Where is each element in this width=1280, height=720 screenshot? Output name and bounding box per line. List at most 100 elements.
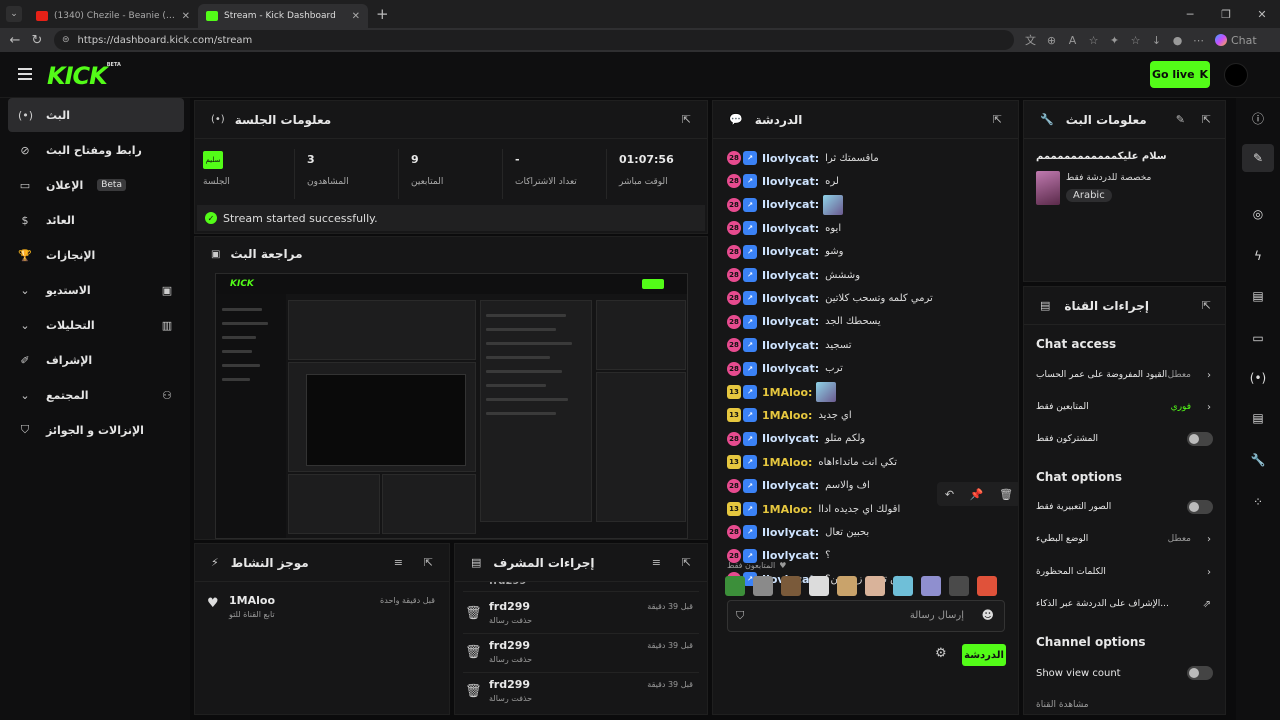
chat-username[interactable]: Ilovlycat: — [762, 339, 819, 352]
slow-mode-row[interactable]: الوضع البطيء معطل › — [1036, 529, 1213, 549]
chat-message[interactable]: 13 ↗ 1MAloo: اي جديد — [727, 404, 1007, 426]
chat-username[interactable]: Ilovlycat: — [762, 315, 819, 328]
zoom-icon[interactable]: ⊕ — [1041, 34, 1062, 47]
emote-icon[interactable] — [977, 576, 997, 596]
expand-icon[interactable]: ⇱ — [682, 113, 691, 126]
expand-icon[interactable]: ⇱ — [682, 556, 691, 569]
chat-message[interactable]: 13 ↗ 1MAloo: — [727, 381, 1007, 403]
chat-username[interactable]: Ilovlycat: — [762, 222, 819, 235]
shield-icon[interactable]: ⛉ — [736, 609, 744, 623]
chat-message[interactable]: 28 ↗ Ilovlycat: وششش — [727, 264, 1007, 286]
emote-icon[interactable] — [893, 576, 913, 596]
subscribers-only-toggle[interactable] — [1187, 432, 1213, 446]
chat-username[interactable]: Ilovlycat: — [762, 362, 819, 375]
favorite-icon[interactable]: ☆ — [1083, 34, 1104, 47]
ai-moderation-row[interactable]: ...الإشراف على الدردشة عبر الذكاء ⇗ — [1036, 594, 1213, 614]
sidebar-item-drops[interactable]: ⛉ الإنزالات و الجوائز — [8, 413, 184, 447]
chat-username[interactable]: Ilovlycat: — [762, 152, 819, 165]
sidebar-item-achievements[interactable]: 🏆 الإنجازات — [8, 238, 184, 272]
emote-icon[interactable] — [949, 576, 969, 596]
kick-logo[interactable]: KICKBETA — [47, 62, 121, 90]
send-chat-button[interactable]: الدردشة — [962, 644, 1006, 666]
sidebar-item-revenue[interactable]: $ العائد — [8, 203, 184, 237]
expand-icon[interactable]: ⇱ — [993, 113, 1002, 126]
followers-only-row[interactable]: المتابعين فقط فوري › — [1036, 397, 1213, 417]
emote-only-toggle[interactable] — [1187, 500, 1213, 514]
chat-username[interactable]: Ilovlycat: — [762, 198, 819, 211]
chat-username[interactable]: Ilovlycat: — [762, 432, 819, 445]
chat-username[interactable]: Ilovlycat: — [762, 292, 819, 305]
channel-icon[interactable]: ▤ — [1242, 404, 1274, 432]
chat-username[interactable]: Ilovlycat: — [762, 526, 819, 539]
chat-message[interactable]: 28 ↗ Ilovlycat: يسحطك الجد — [727, 311, 1007, 333]
camera-icon[interactable]: ◎ — [1242, 200, 1274, 228]
pin-icon[interactable]: 📌 — [970, 488, 984, 501]
downloads-icon[interactable]: ↓ — [1146, 34, 1167, 47]
chat-username[interactable]: 1MAloo: — [762, 503, 812, 516]
close-tab-icon[interactable]: ✕ — [182, 11, 190, 22]
sidebar-item-stream-key[interactable]: ⊘ رابط ومفتاح البث — [8, 133, 184, 167]
translate-icon[interactable]: 文 — [1020, 32, 1041, 48]
show-view-count-toggle[interactable] — [1187, 666, 1213, 680]
chat-message[interactable]: 28 ↗ Ilovlycat: ترمي كلمه وتسحب كلاتين — [727, 287, 1007, 309]
extensions-icon[interactable]: ✦ — [1104, 34, 1125, 47]
chat-message[interactable]: 28 ↗ Ilovlycat: ايوه — [727, 217, 1007, 239]
chat-username[interactable]: Ilovlycat: — [762, 245, 819, 258]
chat-message[interactable]: 28 ↗ Ilovlycat: بحبين تعال — [727, 521, 1007, 543]
chat-username[interactable]: 1MAloo: — [762, 409, 812, 422]
avatar[interactable] — [1224, 63, 1248, 87]
emote-icon[interactable] — [725, 576, 745, 596]
chat-username[interactable]: 1MAloo: — [762, 386, 812, 399]
edit-icon[interactable]: ✎ — [1242, 144, 1274, 172]
chat-message[interactable]: 28 ↗ Ilovlycat: ماقسمتك ثرا — [727, 147, 1007, 169]
sidebar-item-moderation[interactable]: ✐ الإشراف — [8, 343, 184, 377]
emote-icon[interactable] — [781, 576, 801, 596]
emote-icon[interactable] — [921, 576, 941, 596]
expand-icon[interactable]: ⇱ — [1202, 299, 1211, 312]
chat-input[interactable]: ⛉ إرسال رسالة ☻ — [727, 600, 1005, 632]
stream-preview-video[interactable]: KICK — [215, 273, 688, 539]
url-field[interactable]: ⊜ https://dashboard.kick.com/stream — [54, 30, 1014, 50]
chat-username[interactable]: Ilovlycat: — [762, 269, 819, 282]
sidebar-item-studio[interactable]: ⌄ الاستديو ▣ — [8, 273, 184, 307]
expand-icon[interactable]: ⇱ — [1202, 113, 1211, 126]
chat-message[interactable]: 28 ↗ Ilovlycat: ترب — [727, 358, 1007, 380]
new-tab-icon[interactable]: + — [376, 5, 389, 23]
emote-icon[interactable] — [837, 576, 857, 596]
filter-icon[interactable]: ≡ — [394, 556, 403, 569]
settings-gear-icon[interactable]: ⚙ — [935, 646, 947, 661]
chat-username[interactable]: Ilovlycat: — [762, 175, 819, 188]
read-aloud-icon[interactable]: A — [1062, 34, 1083, 47]
favorites-icon[interactable]: ☆ — [1125, 34, 1146, 47]
sidebar-item-analytics[interactable]: ⌄ التحليلات ▥ — [8, 308, 184, 342]
document-icon[interactable]: ▤ — [1242, 282, 1274, 310]
chat-message[interactable]: 28 ↗ Ilovlycat: تسجيد — [727, 334, 1007, 356]
tab-kick-dashboard[interactable]: Stream - Kick Dashboard ✕ — [198, 4, 368, 28]
chat-bubble-icon[interactable]: ▭ — [1242, 324, 1274, 352]
emote-icon[interactable] — [809, 576, 829, 596]
sidebar-item-ads[interactable]: ▭ الإعلان Beta — [8, 168, 184, 202]
emote-icon[interactable] — [753, 576, 773, 596]
chat-message[interactable]: 28 ↗ Ilovlycat: ولكم مثلو — [727, 428, 1007, 450]
more-apps-icon[interactable]: ⁘ — [1242, 488, 1274, 516]
wrench-icon[interactable]: 🔧 — [1242, 446, 1274, 474]
menu-icon[interactable]: ⋯ — [1188, 34, 1209, 47]
chat-message[interactable]: 28 ↗ Ilovlycat: وشو — [727, 241, 1007, 263]
edit-icon[interactable]: ✎ — [1176, 113, 1185, 126]
site-info-icon[interactable]: ⊜ — [62, 35, 70, 45]
banned-words-row[interactable]: الكلمات المحظورة › — [1036, 562, 1213, 582]
close-tab-icon[interactable]: ✕ — [352, 11, 360, 22]
expand-icon[interactable]: ⇱ — [424, 556, 433, 569]
chat-message[interactable]: 13 ↗ 1MAloo: تكي انت ماتداءاهاه — [727, 451, 1007, 473]
bolt-icon[interactable]: ϟ — [1242, 242, 1274, 270]
filter-icon[interactable]: ≡ — [652, 556, 661, 569]
copilot-chat-button[interactable]: Chat — [1215, 34, 1257, 47]
menu-icon[interactable] — [18, 68, 32, 80]
tab-list-button[interactable]: ⌄ — [6, 6, 22, 22]
info-icon[interactable]: ⓘ — [1242, 104, 1274, 132]
refresh-icon[interactable]: ↻ — [26, 33, 48, 48]
chat-username[interactable]: Ilovlycat: — [762, 479, 819, 492]
chat-message[interactable]: 28 ↗ Ilovlycat: لره — [727, 170, 1007, 192]
reply-icon[interactable]: ↶ — [945, 488, 954, 501]
maximize-icon[interactable]: ❐ — [1208, 0, 1244, 28]
